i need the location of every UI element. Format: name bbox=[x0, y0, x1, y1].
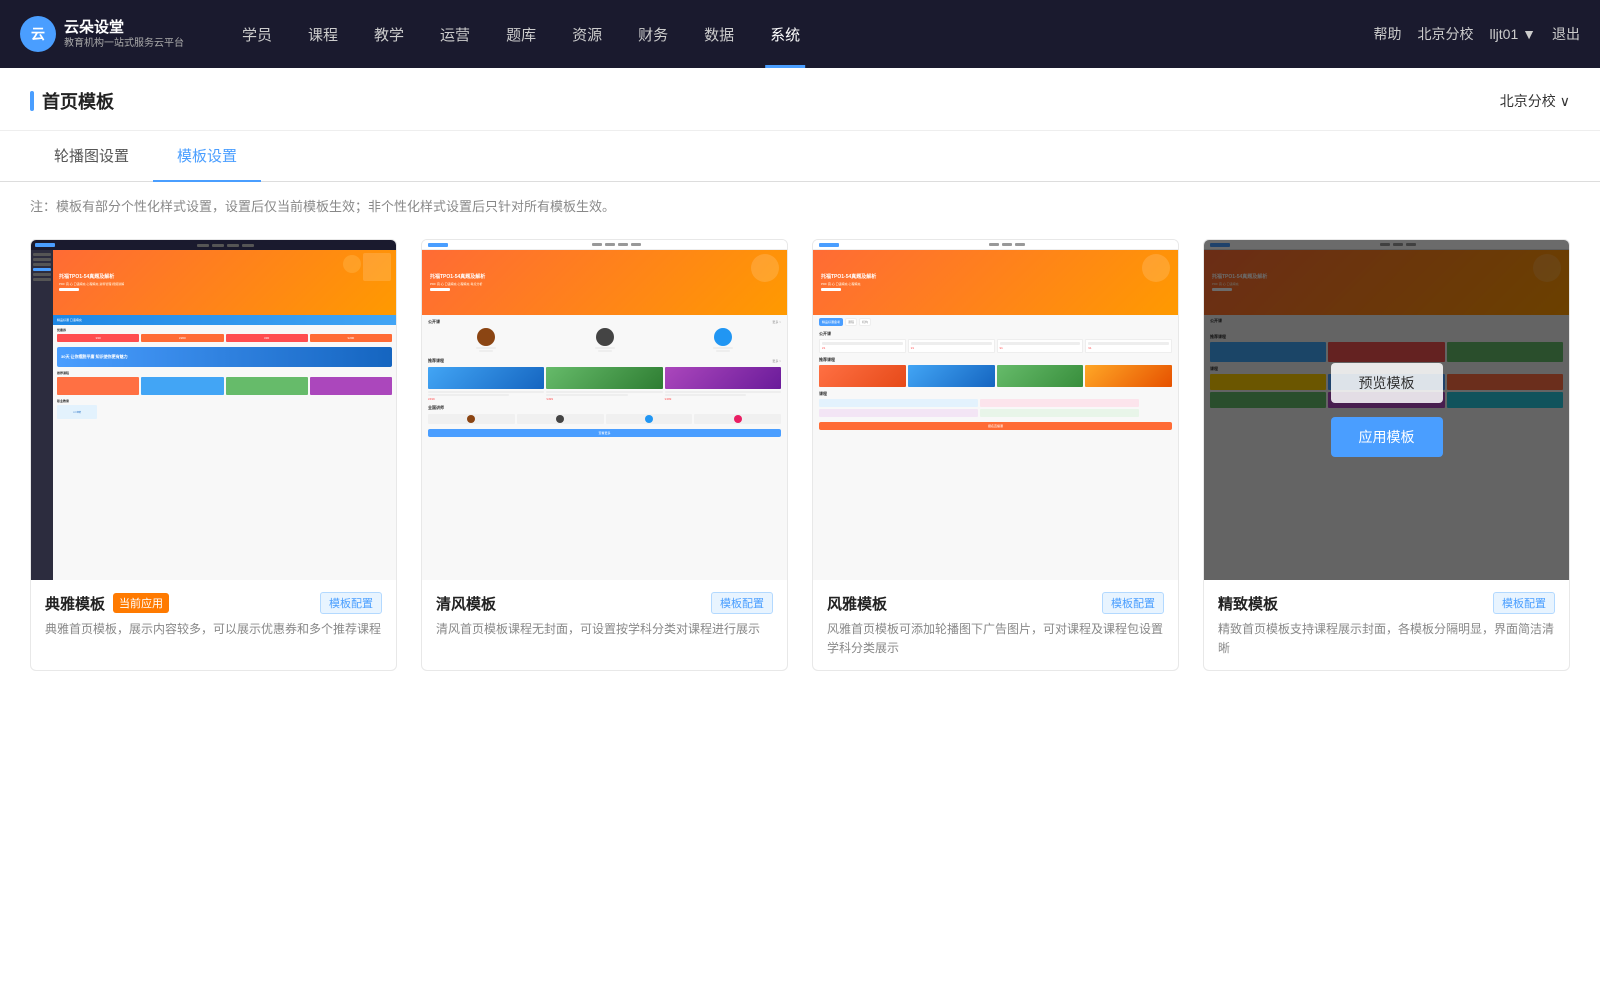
top-navigation: 云 云朵设堂 教育机构一站式服务云平台 学员 课程 教学 运营 题库 资源 财务… bbox=[0, 0, 1600, 68]
template-info-qingfeng: 清风模板 模板配置 清风首页模板课程无封面，可设置按学科分类对课程进行展示 bbox=[422, 580, 787, 651]
template-name-row-jingzhi: 精致模板 模板配置 bbox=[1218, 592, 1555, 614]
logo-area: 云 云朵设堂 教育机构一站式服务云平台 bbox=[20, 16, 184, 52]
template-preview-dianyan: 托福TPO1-54真题及解析 PDF 真·心 口语填充 心理填充 资料管理 视频… bbox=[31, 240, 396, 580]
tab-template[interactable]: 模板设置 bbox=[153, 131, 261, 182]
template-desc-jingzhi: 精致首页模板支持课程展示封面，各模板分隔明显，界面简洁清晰 bbox=[1218, 620, 1555, 658]
nav-item-students[interactable]: 学员 bbox=[224, 0, 290, 68]
template-name-qingfeng: 清风模板 bbox=[436, 593, 496, 614]
nav-menu: 学员 课程 教学 运营 题库 资源 财务 数据 系统 bbox=[224, 0, 1373, 68]
page-title-bar bbox=[30, 91, 34, 111]
template-card-qingfeng[interactable]: 托福TPO1-54真题及解析 PDF 真·心 口语填充 心理填充 考点分析 公开… bbox=[421, 239, 788, 671]
nav-item-data[interactable]: 数据 bbox=[686, 0, 752, 68]
logo-icon: 云 bbox=[20, 16, 56, 52]
tab-carousel[interactable]: 轮播图设置 bbox=[30, 131, 153, 182]
template-info-fengya: 风雅模板 模板配置 风雅首页模板可添加轮播图下广告图片，可对课程及课程包设置学科… bbox=[813, 580, 1178, 670]
page-title-wrap: 首页模板 bbox=[30, 88, 114, 114]
nav-item-finance[interactable]: 财务 bbox=[620, 0, 686, 68]
config-badge-qingfeng[interactable]: 模板配置 bbox=[711, 592, 773, 614]
nav-item-questions[interactable]: 题库 bbox=[488, 0, 554, 68]
user-menu[interactable]: lljt01 ▼ bbox=[1489, 26, 1536, 42]
logo-text: 云朵设堂 教育机构一站式服务云平台 bbox=[64, 18, 184, 51]
template-name-fengya: 风雅模板 bbox=[827, 593, 887, 614]
nav-item-courses[interactable]: 课程 bbox=[290, 0, 356, 68]
config-badge-jingzhi[interactable]: 模板配置 bbox=[1493, 592, 1555, 614]
template-desc-fengya: 风雅首页模板可添加轮播图下广告图片，可对课程及课程包设置学科分类展示 bbox=[827, 620, 1164, 658]
template-card-dianyan[interactable]: 托福TPO1-54真题及解析 PDF 真·心 口语填充 心理填充 资料管理 视频… bbox=[30, 239, 397, 671]
nav-item-system[interactable]: 系统 bbox=[752, 0, 818, 68]
page-title: 首页模板 bbox=[42, 88, 114, 114]
brand-tagline: 教育机构一站式服务云平台 bbox=[64, 37, 184, 50]
template-preview-jingzhi: 托福TPO1-54真题及解析 PDF 真·心 口语填充 公开课 bbox=[1204, 240, 1569, 580]
page-header: 首页模板 北京分校 ∨ bbox=[0, 68, 1600, 131]
page-branch-selector[interactable]: 北京分校 ∨ bbox=[1500, 91, 1570, 111]
template-name-row-fengya: 风雅模板 模板配置 bbox=[827, 592, 1164, 614]
current-badge: 当前应用 bbox=[113, 593, 169, 613]
config-badge-fengya[interactable]: 模板配置 bbox=[1102, 592, 1164, 614]
preview-template-button[interactable]: 预览模板 bbox=[1331, 363, 1443, 403]
nav-item-teaching[interactable]: 教学 bbox=[356, 0, 422, 68]
template-preview-fengya: 托福TPO1-54真题及解析 PDF 真·心 口语填充 心理填充 精品好课备考 … bbox=[813, 240, 1178, 580]
template-info-jingzhi: 精致模板 模板配置 精致首页模板支持课程展示封面，各模板分隔明显，界面简洁清晰 bbox=[1204, 580, 1569, 670]
logout-link[interactable]: 退出 bbox=[1552, 24, 1580, 44]
notice-area: 注：模板有部分个性化样式设置，设置后仅当前模板生效；非个性化样式设置后只针对所有… bbox=[0, 182, 1600, 229]
template-preview-qingfeng: 托福TPO1-54真题及解析 PDF 真·心 口语填充 心理填充 考点分析 公开… bbox=[422, 240, 787, 580]
config-badge[interactable]: 模板配置 bbox=[320, 592, 382, 614]
template-name: 典雅模板 bbox=[45, 593, 105, 614]
tabs-area: 轮播图设置 模板设置 bbox=[0, 131, 1600, 182]
apply-template-button[interactable]: 应用模板 bbox=[1331, 417, 1443, 457]
nav-item-operations[interactable]: 运营 bbox=[422, 0, 488, 68]
template-desc-qingfeng: 清风首页模板课程无封面，可设置按学科分类对课程进行展示 bbox=[436, 620, 773, 639]
template-card-jingzhi[interactable]: 托福TPO1-54真题及解析 PDF 真·心 口语填充 公开课 bbox=[1203, 239, 1570, 671]
template-overlay-jingzhi: 预览模板 应用模板 bbox=[1204, 240, 1569, 580]
nav-item-resources[interactable]: 资源 bbox=[554, 0, 620, 68]
template-desc: 典雅首页模板，展示内容较多，可以展示优惠券和多个推荐课程 bbox=[45, 620, 382, 639]
nav-right: 帮助 北京分校 lljt01 ▼ 退出 bbox=[1373, 24, 1580, 44]
template-card-fengya[interactable]: 托福TPO1-54真题及解析 PDF 真·心 口语填充 心理填充 精品好课备考 … bbox=[812, 239, 1179, 671]
templates-grid: 托福TPO1-54真题及解析 PDF 真·心 口语填充 心理填充 资料管理 视频… bbox=[0, 229, 1600, 711]
template-info-dianyan: 典雅模板 当前应用 模板配置 典雅首页模板，展示内容较多，可以展示优惠券和多个推… bbox=[31, 580, 396, 651]
template-name-row-qingfeng: 清风模板 模板配置 bbox=[436, 592, 773, 614]
branch-selector[interactable]: 北京分校 bbox=[1417, 24, 1473, 44]
template-name-row: 典雅模板 当前应用 模板配置 bbox=[45, 592, 382, 614]
brand-name: 云朵设堂 bbox=[64, 18, 184, 38]
page-container: 首页模板 北京分校 ∨ 轮播图设置 模板设置 注：模板有部分个性化样式设置，设置… bbox=[0, 68, 1600, 990]
help-link[interactable]: 帮助 bbox=[1373, 24, 1401, 44]
template-name-jingzhi: 精致模板 bbox=[1218, 593, 1278, 614]
notice-text: 注：模板有部分个性化样式设置，设置后仅当前模板生效；非个性化样式设置后只针对所有… bbox=[30, 199, 615, 214]
